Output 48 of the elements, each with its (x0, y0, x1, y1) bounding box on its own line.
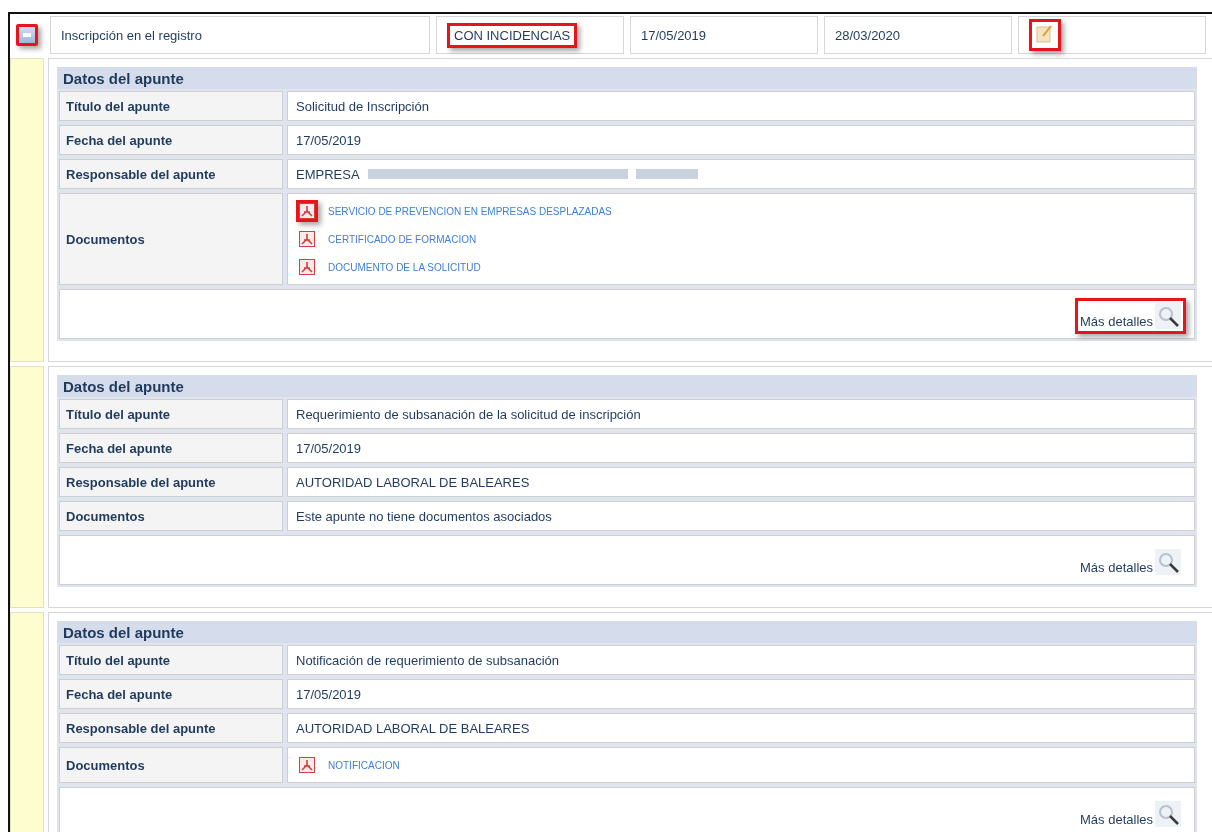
field-label: Documentos (59, 747, 283, 783)
record-title: Inscripción en el registro (61, 27, 202, 43)
field-value: Requerimiento de subsanación de la solicitud de inscripción (287, 399, 1195, 429)
field-label: Responsable del apunte (59, 713, 283, 743)
section-header: Datos del apunte (57, 621, 1197, 643)
document-link[interactable]: CERTIFICADO DE FORMACION (328, 233, 477, 245)
pdf-icon (299, 259, 315, 275)
field-value: Notificación de requerimiento de subsanación (287, 645, 1195, 675)
notepad-pencil-icon (1034, 24, 1054, 44)
magnifier-icon (1155, 303, 1181, 329)
document-link[interactable]: NOTIFICACION (328, 759, 400, 771)
field-label: Fecha del apunte (59, 679, 283, 709)
field-value: AUTORIDAD LABORAL DE BALEARES (287, 713, 1195, 743)
date-text: 28/03/2020 (835, 27, 901, 43)
field-value: EMPRESA (296, 166, 360, 182)
status-label: CON INCIDENCIAS (447, 22, 578, 48)
more-details-link[interactable]: Más detalles (1075, 796, 1186, 832)
redaction-mark (635, 169, 698, 179)
field-label: Título del apunte (59, 399, 283, 429)
field-label: Responsable del apunte (59, 467, 283, 497)
magnifier-icon (1155, 549, 1181, 575)
document-link[interactable]: DOCUMENTO DE LA SOLICITUD (328, 261, 481, 273)
date-text: 17/05/2019 (641, 27, 707, 43)
edit-button[interactable] (1029, 19, 1061, 51)
field-label: Fecha del apunte (59, 125, 283, 155)
field-value: Este apunte no tiene documentos asociados (287, 501, 1195, 531)
field-value: 17/05/2019 (287, 679, 1195, 709)
pdf-icon (299, 203, 315, 219)
field-label: Documentos (59, 501, 283, 531)
field-label: Fecha del apunte (59, 433, 283, 463)
field-label: Título del apunte (59, 645, 283, 675)
document-link[interactable]: SERVICIO DE PREVENCION EN EMPRESAS DESPLAZADAS (328, 205, 612, 217)
magnifier-icon (1155, 801, 1181, 827)
section-header: Datos del apunte (57, 375, 1197, 397)
minus-icon (23, 33, 31, 37)
field-value: Solicitud de Inscripción (287, 91, 1195, 121)
pdf-icon (299, 757, 315, 773)
more-details-link[interactable]: Más detalles (1075, 544, 1186, 580)
pdf-icon (299, 231, 315, 247)
collapse-button[interactable] (16, 24, 38, 46)
field-value: 17/05/2019 (287, 125, 1195, 155)
field-label: Responsable del apunte (59, 159, 283, 189)
section-header: Datos del apunte (57, 67, 1197, 89)
field-label: Título del apunte (59, 91, 283, 121)
more-details-link[interactable]: Más detalles (1075, 298, 1186, 334)
field-label: Documentos (59, 193, 283, 285)
field-value: AUTORIDAD LABORAL DE BALEARES (287, 467, 1195, 497)
field-value: 17/05/2019 (287, 433, 1195, 463)
